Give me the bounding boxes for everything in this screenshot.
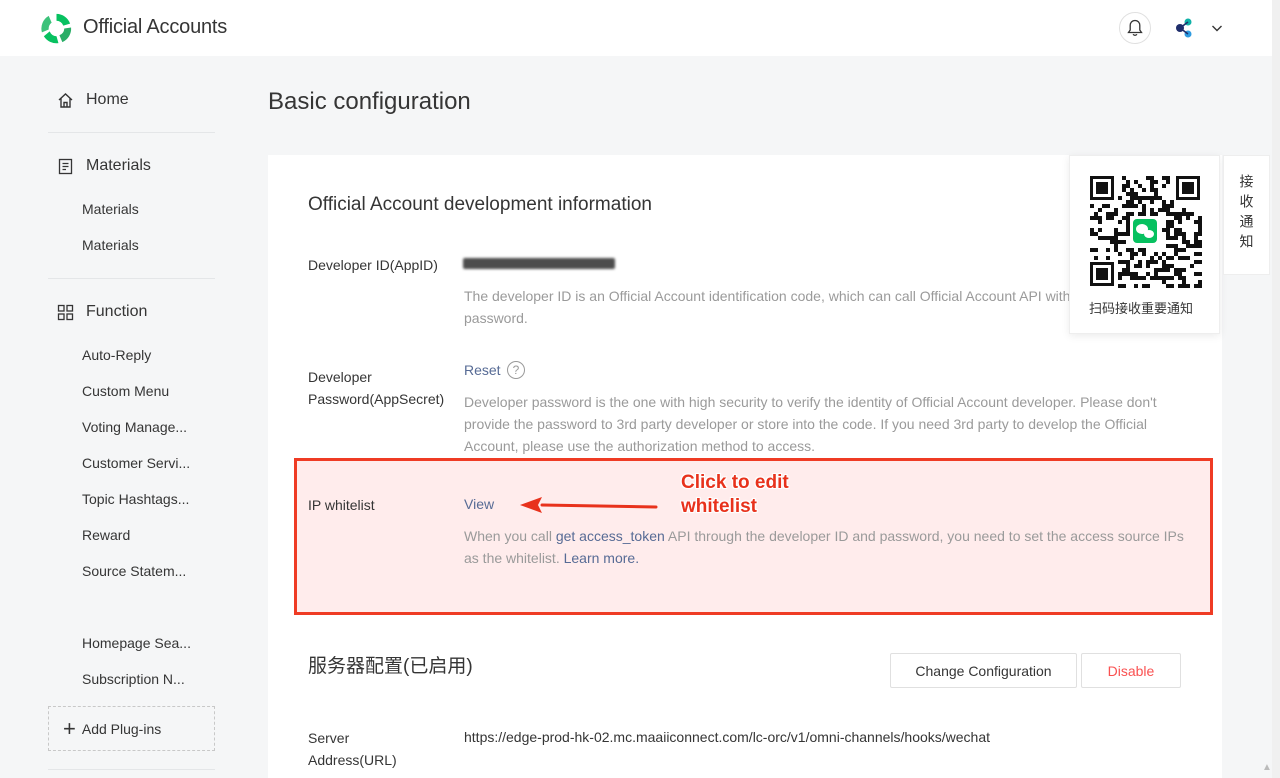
add-plugins-button[interactable]: + Add Plug-ins — [48, 706, 215, 751]
server-address-label: Server Address(URL) — [308, 730, 397, 768]
developer-id-label: Developer ID(AppID) — [308, 257, 438, 273]
get-access-token-link[interactable]: get access_token — [556, 528, 665, 544]
sidebar-item-voting[interactable]: Voting Manage... — [82, 419, 187, 435]
side-tab-label: 接收通知 — [1238, 174, 1255, 254]
page-title: Basic configuration — [268, 88, 471, 115]
sidebar-item-home[interactable]: Home — [57, 91, 129, 109]
annotation-arrow-icon — [520, 497, 658, 513]
learn-more-link[interactable]: Learn more. — [564, 550, 639, 566]
sidebar: Home Materials Materials Materials Funct… — [0, 56, 240, 778]
sidebar-item-homepage-search[interactable]: Homepage Sea... — [82, 635, 191, 651]
chevron-down-icon[interactable] — [1209, 20, 1225, 36]
help-glyph: ? — [512, 363, 520, 377]
sidebar-section-label: Function — [86, 303, 148, 320]
redacted-app-id — [463, 258, 615, 269]
annotation-line: whitelist — [681, 496, 758, 517]
top-bar: Official Accounts — [0, 0, 1272, 56]
ip-whitelist-description: When you call get access_token API throu… — [464, 525, 1184, 569]
annotation-line: Click to edit — [681, 472, 789, 493]
server-config-section-title: 服务器配置(已启用) — [308, 656, 473, 677]
sidebar-item-label: Home — [86, 91, 129, 108]
sidebar-item-auto-reply[interactable]: Auto-Reply — [82, 347, 151, 363]
qr-code-image — [1088, 174, 1202, 288]
brand-title[interactable]: Official Accounts — [83, 16, 227, 39]
dev-info-section-title: Official Account development information — [308, 194, 652, 215]
ip-whitelist-view-link[interactable]: View — [464, 496, 494, 512]
sidebar-divider — [48, 132, 215, 133]
corner-arrow-icon: ▲ — [1262, 762, 1272, 773]
plus-icon: + — [63, 715, 76, 741]
desc-text: When you call — [464, 528, 556, 544]
disable-button[interactable]: Disable — [1081, 653, 1181, 688]
account-avatar-icon[interactable] — [1174, 17, 1196, 39]
change-configuration-button[interactable]: Change Configuration — [890, 653, 1077, 688]
sidebar-item-customer-service[interactable]: Customer Servi... — [82, 455, 190, 471]
sidebar-item-reward[interactable]: Reward — [82, 527, 130, 543]
add-plugins-label: Add Plug-ins — [81, 720, 162, 737]
sidebar-item-custom-menu[interactable]: Custom Menu — [82, 383, 169, 399]
document-icon — [58, 158, 73, 174]
official-accounts-logo-icon[interactable] — [39, 11, 74, 46]
annotation-text: Click to edit whitelist — [681, 471, 789, 519]
sidebar-divider — [48, 278, 215, 279]
scrollbar[interactable] — [1272, 0, 1280, 778]
sidebar-item-materials[interactable]: Materials — [82, 237, 139, 253]
ip-whitelist-label: IP whitelist — [308, 497, 375, 513]
bell-icon — [1127, 19, 1143, 36]
reset-password-link[interactable]: Reset — [464, 362, 501, 378]
help-icon[interactable]: ? — [507, 361, 525, 379]
notification-bell-button[interactable] — [1119, 12, 1151, 44]
grid-icon — [57, 304, 74, 320]
home-icon — [58, 92, 73, 108]
sidebar-item-materials[interactable]: Materials — [82, 201, 139, 217]
sidebar-divider — [48, 769, 215, 770]
developer-password-label: Developer Password(AppSecret) — [308, 369, 445, 407]
sidebar-item-topic-hashtags[interactable]: Topic Hashtags... — [82, 491, 189, 507]
server-address-value: https://edge-prod-hk-02.mc.maaiiconnect.… — [464, 729, 991, 745]
developer-password-description: Developer password is the one with high … — [464, 394, 1157, 454]
sidebar-section-function[interactable]: Function — [57, 303, 147, 321]
sidebar-section-materials[interactable]: Materials — [57, 157, 151, 175]
sidebar-item-subscription[interactable]: Subscription N... — [82, 671, 185, 687]
receive-notifications-tab[interactable]: 接收通知 — [1223, 155, 1270, 275]
qr-caption: 扫码接收重要通知 — [1089, 301, 1194, 316]
sidebar-section-label: Materials — [86, 157, 151, 174]
sidebar-item-source-statement[interactable]: Source Statem... — [82, 563, 186, 579]
